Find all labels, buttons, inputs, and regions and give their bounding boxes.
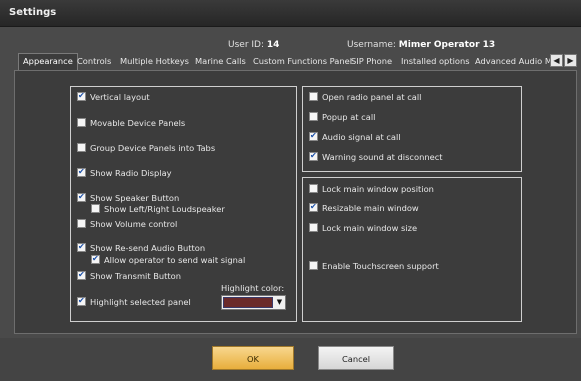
checkbox-popup-at-call[interactable]: Popup at call bbox=[309, 111, 375, 123]
checkbox-show-radio-display[interactable]: Show Radio Display bbox=[77, 166, 172, 179]
tab-multiple-hotkeys[interactable]: Multiple Hotkeys bbox=[116, 54, 193, 69]
checkbox-icon[interactable] bbox=[77, 143, 86, 152]
ok-button[interactable]: OK bbox=[212, 346, 294, 370]
checkbox-icon[interactable] bbox=[77, 241, 86, 253]
checkbox-icon[interactable] bbox=[77, 90, 86, 102]
chevron-down-icon[interactable]: ▼ bbox=[274, 297, 285, 308]
checkbox-resizable-window[interactable]: Resizable main window bbox=[309, 201, 419, 214]
checkbox-movable-device-panels[interactable]: Movable Device Panels bbox=[77, 117, 185, 129]
tab-marine-calls[interactable]: Marine Calls bbox=[191, 54, 250, 69]
tab-installed-options[interactable]: Installed options bbox=[397, 54, 474, 69]
checkbox-icon[interactable] bbox=[309, 92, 318, 101]
checkbox-highlight-selected-panel[interactable]: Highlight selected panel bbox=[77, 295, 191, 308]
checkbox-lock-window-size[interactable]: Lock main window size bbox=[309, 222, 417, 234]
user-id: User ID: 14 bbox=[228, 40, 279, 50]
checkbox-show-transmit-button[interactable]: Show Transmit Button bbox=[77, 269, 181, 282]
window-title: Settings bbox=[9, 7, 57, 18]
checkbox-enable-touchscreen[interactable]: Enable Touchscreen support bbox=[309, 260, 439, 272]
tab-controls[interactable]: Controls bbox=[73, 54, 115, 69]
checkbox-show-left-right-loudspeaker[interactable]: Show Left/Right Loudspeaker bbox=[91, 203, 225, 215]
checkbox-icon[interactable] bbox=[309, 130, 318, 142]
checkbox-icon[interactable] bbox=[309, 150, 318, 162]
cancel-button[interactable]: Cancel bbox=[318, 346, 394, 370]
checkbox-icon[interactable] bbox=[309, 201, 318, 213]
checkbox-icon[interactable] bbox=[309, 112, 318, 121]
checkbox-icon[interactable] bbox=[309, 261, 318, 270]
highlight-color-label: Highlight color: bbox=[221, 283, 285, 293]
checkbox-group-device-panels[interactable]: Group Device Panels into Tabs bbox=[77, 142, 215, 154]
tab-scroll-right-icon[interactable]: ▶ bbox=[564, 54, 577, 67]
checkbox-allow-wait-signal[interactable]: Allow operator to send wait signal bbox=[91, 253, 245, 266]
checkbox-show-volume-control[interactable]: Show Volume control bbox=[77, 218, 177, 230]
username: Username: Mimer Operator 13 bbox=[347, 40, 495, 50]
checkbox-audio-signal-at-call[interactable]: Audio signal at call bbox=[309, 130, 401, 143]
title-bar: Settings bbox=[0, 0, 581, 27]
tab-scroll-left-icon[interactable]: ◀ bbox=[550, 54, 563, 67]
checkbox-icon[interactable] bbox=[77, 219, 86, 228]
checkbox-icon[interactable] bbox=[77, 295, 86, 307]
checkbox-lock-window-position[interactable]: Lock main window position bbox=[309, 183, 434, 195]
tab-scroll-arrows: ◀ ▶ bbox=[550, 54, 578, 68]
user-id-label: User ID: bbox=[228, 40, 264, 50]
tab-sip-phone[interactable]: SIP Phone bbox=[347, 54, 396, 69]
checkbox-icon[interactable] bbox=[77, 166, 86, 178]
window-options-group bbox=[302, 177, 522, 322]
username-label: Username: bbox=[347, 40, 396, 50]
checkbox-icon[interactable] bbox=[91, 253, 100, 265]
checkbox-vertical-layout[interactable]: Vertical layout bbox=[77, 90, 150, 103]
checkbox-icon[interactable] bbox=[91, 204, 100, 213]
checkbox-icon[interactable] bbox=[309, 184, 318, 193]
checkbox-icon[interactable] bbox=[77, 118, 86, 127]
checkbox-icon[interactable] bbox=[77, 191, 86, 203]
checkbox-icon[interactable] bbox=[309, 223, 318, 232]
tab-appearance[interactable]: Appearance bbox=[18, 53, 78, 70]
tab-advanced-audio[interactable]: Advanced Audio Me bbox=[471, 54, 551, 69]
highlight-color-swatch bbox=[223, 297, 273, 308]
checkbox-warning-sound[interactable]: Warning sound at disconnect bbox=[309, 150, 443, 163]
checkbox-icon[interactable] bbox=[77, 269, 86, 281]
user-id-value: 14 bbox=[266, 40, 280, 50]
highlight-color-picker[interactable]: ▼ bbox=[221, 295, 286, 310]
username-value: Mimer Operator 13 bbox=[398, 40, 496, 50]
settings-window: Settings User ID: 14 Username: Mimer Ope… bbox=[0, 0, 581, 381]
tab-custom-functions-panel[interactable]: Custom Functions Panel bbox=[249, 54, 356, 69]
tab-strip: Appearance Controls Multiple Hotkeys Mar… bbox=[14, 53, 580, 70]
checkbox-open-radio-panel[interactable]: Open radio panel at call bbox=[309, 91, 421, 103]
